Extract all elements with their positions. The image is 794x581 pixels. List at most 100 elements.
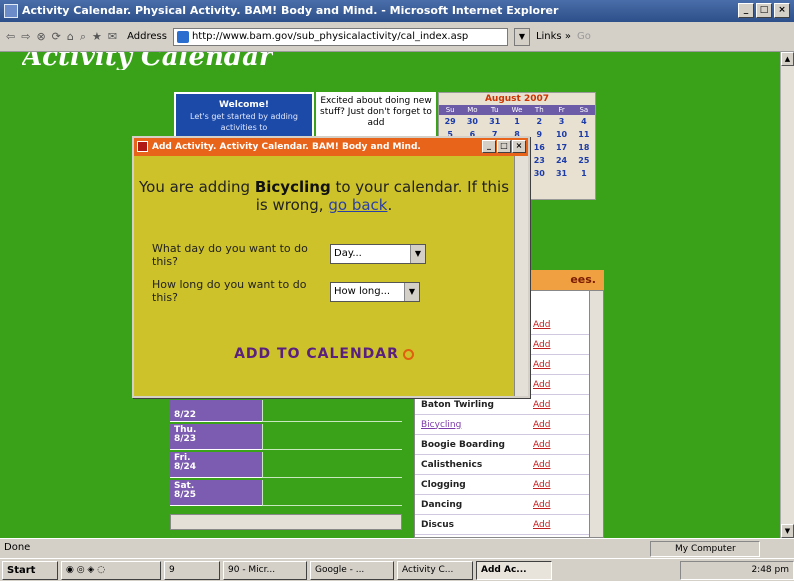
taskbar-button[interactable]: 90 - Micr... [223, 560, 307, 580]
taskbar: Start ◉ ◎ ◈ ◌ 9 90 - Micr... Google - ..… [0, 558, 794, 581]
activity-name[interactable]: Boogie Boarding [415, 440, 533, 450]
status-bar: Done My Computer [0, 538, 794, 558]
calendar-date[interactable]: 16 [528, 141, 550, 154]
address-label: Address [127, 31, 167, 42]
popup-body: You are adding Bicycling to your calenda… [134, 156, 514, 396]
quicklaunch-icons[interactable]: ◉ ◎ ◈ ◌ [61, 560, 161, 580]
add-link[interactable]: Add [533, 500, 550, 510]
activity-name[interactable]: Dancing [415, 500, 533, 510]
close-button[interactable]: × [774, 3, 790, 18]
address-dropdown[interactable]: ▼ [513, 27, 530, 46]
maximize-button[interactable]: □ [756, 3, 772, 18]
schedule-hscrollbar[interactable] [170, 514, 402, 530]
calendar-date[interactable]: 29 [439, 115, 461, 128]
schedule-row[interactable]: Thu. 8/23 [170, 424, 402, 450]
popup-titlebar: Add Activity. Activity Calendar. BAM! Bo… [134, 138, 528, 156]
schedule-date: 8/23 [174, 434, 197, 444]
weekday-label: Fr [558, 106, 565, 114]
calendar-date[interactable]: 17 [550, 141, 572, 154]
calendar-date[interactable]: 23 [528, 154, 550, 167]
add-link[interactable]: Add [533, 460, 550, 470]
taskbar-button[interactable]: 9 [164, 560, 220, 580]
calendar-weekdays: Su Mo Tu We Th Fr Sa [439, 105, 595, 115]
calendar-date[interactable]: 31 [550, 167, 572, 180]
popup-close-button[interactable]: × [512, 140, 526, 153]
calendar-date[interactable]: 9 [528, 128, 550, 141]
address-bar[interactable]: http://www.bam.gov/sub_physicalactivity/… [172, 27, 508, 46]
zone-text: My Computer [675, 544, 736, 554]
add-link[interactable]: Add [533, 340, 550, 350]
message-pre: You are adding [138, 178, 251, 196]
popup-maximize-button[interactable]: □ [497, 140, 511, 153]
calendar-date[interactable]: 4 [573, 115, 595, 128]
taskbar-label: Google - ... [315, 564, 365, 575]
add-link[interactable]: Add [533, 320, 550, 330]
calendar-date[interactable]: 18 [573, 141, 595, 154]
forward-button[interactable]: ⇨ [21, 30, 30, 43]
add-to-calendar-button[interactable]: ADD TO CALENDAR [134, 346, 514, 362]
links-button[interactable]: Links » [536, 31, 571, 42]
page-icon [176, 30, 189, 43]
list-item: Discus Add [415, 515, 590, 535]
calendar-date[interactable]: 25 [573, 154, 595, 167]
calendar-date[interactable]: 24 [550, 154, 572, 167]
duration-select[interactable]: How long... ▼ [330, 282, 420, 302]
add-link[interactable]: Add [533, 360, 550, 370]
zone-indicator: My Computer [650, 541, 760, 557]
minimize-button[interactable]: _ [738, 3, 754, 18]
day-select[interactable]: Day... ▼ [330, 244, 426, 264]
activity-name[interactable]: Discus [415, 520, 533, 530]
calendar-date[interactable]: 1 [573, 167, 595, 180]
schedule-row[interactable]: Fri. 8/24 [170, 452, 402, 478]
weekday-label: Mo [467, 106, 478, 114]
activity-name[interactable]: Bicycling [415, 420, 533, 430]
back-button[interactable]: ⇦ [6, 30, 15, 43]
scroll-up-icon[interactable]: ▲ [781, 52, 794, 66]
activity-name[interactable]: Calisthenics [415, 460, 533, 470]
welcome-text: Let's get started by adding activities t… [190, 112, 298, 132]
calendar-date[interactable]: 1 [506, 115, 528, 128]
add-link[interactable]: Add [533, 420, 550, 430]
taskbar-button[interactable]: Add Ac... [476, 560, 552, 580]
activities-scrollbar[interactable] [589, 291, 603, 537]
start-button[interactable]: Start [2, 560, 58, 580]
list-item: Baton Twirling Add [415, 395, 590, 415]
activity-name[interactable]: Clogging [415, 480, 533, 490]
favorites-button[interactable]: ★ [92, 30, 102, 43]
activity-name[interactable]: Baton Twirling [415, 400, 533, 410]
schedule-date: 8/22 [174, 410, 197, 420]
calendar-date[interactable]: 31 [484, 115, 506, 128]
stop-button[interactable]: ⊗ [36, 30, 45, 43]
scroll-down-icon[interactable]: ▼ [781, 524, 794, 538]
taskbar-button[interactable]: Activity C... [397, 560, 473, 580]
weekday-label: We [511, 106, 523, 114]
page-scrollbar[interactable]: ▲ ▼ [780, 52, 794, 538]
popup-icon [137, 141, 148, 152]
add-link[interactable]: Add [533, 400, 550, 410]
popup-minimize-button[interactable]: _ [482, 140, 496, 153]
add-link[interactable]: Add [533, 480, 550, 490]
calendar-date[interactable]: 10 [550, 128, 572, 141]
calendar-date[interactable]: 11 [573, 128, 595, 141]
calendar-date[interactable]: 3 [550, 115, 572, 128]
taskbar-button[interactable]: Google - ... [310, 560, 394, 580]
add-link[interactable]: Add [533, 440, 550, 450]
weekday-label: Th [534, 106, 544, 114]
mail-button[interactable]: ✉ [108, 30, 117, 43]
popup-scrollbar[interactable] [514, 156, 528, 396]
schedule-row[interactable]: Sat. 8/25 [170, 480, 402, 506]
schedule-row[interactable]: 8/22 [170, 400, 402, 422]
search-button[interactable]: ⌕ [80, 30, 86, 44]
refresh-button[interactable]: ⟳ [52, 30, 61, 43]
go-back-link[interactable]: go back [328, 196, 387, 214]
calendar-date[interactable]: 30 [528, 167, 550, 180]
schedule-date: 8/25 [174, 490, 197, 500]
calendar-date[interactable]: 2 [528, 115, 550, 128]
home-button[interactable]: ⌂ [67, 30, 74, 43]
calendar-date[interactable]: 30 [461, 115, 483, 128]
go-button[interactable]: Go [577, 31, 591, 42]
day-select-value: Day... [334, 248, 362, 259]
add-link[interactable]: Add [533, 520, 550, 530]
add-link[interactable]: Add [533, 380, 550, 390]
start-label: Start [7, 564, 36, 576]
